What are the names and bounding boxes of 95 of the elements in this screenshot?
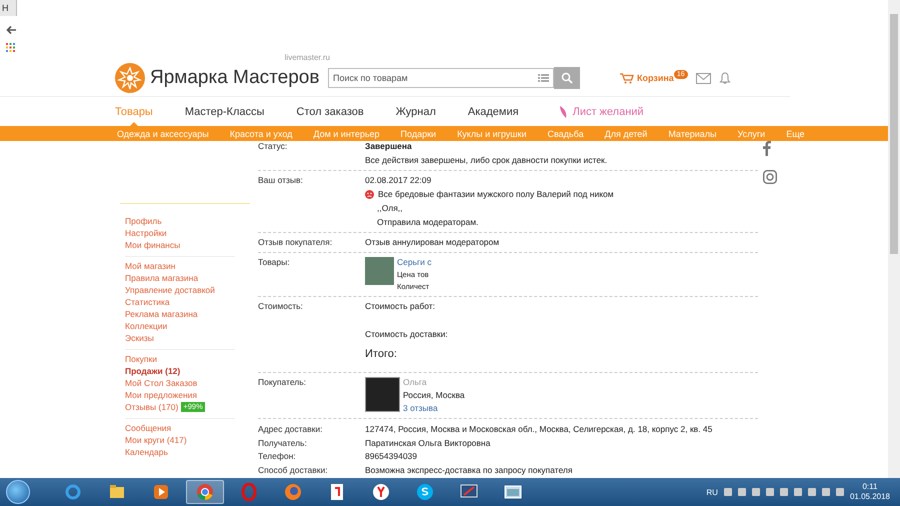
- category-link[interactable]: Услуги: [738, 128, 766, 138]
- category-link[interactable]: Материалы: [668, 128, 717, 138]
- field-label: Получатель:: [258, 436, 308, 450]
- sidebar-link[interactable]: Мой Стол Заказов: [125, 377, 235, 389]
- cart-icon: [620, 72, 634, 84]
- nav-tab[interactable]: Стол заказов: [296, 102, 364, 122]
- wishlist-link[interactable]: Лист желаний: [558, 102, 644, 122]
- back-arrow-icon[interactable]: [6, 25, 17, 35]
- sidebar-link[interactable]: Календарь: [125, 446, 235, 458]
- category-link[interactable]: Одежда и аксессуары: [117, 128, 209, 138]
- sidebar-link[interactable]: Мои предложения: [125, 389, 235, 401]
- ring-icon: [64, 483, 82, 501]
- category-link[interactable]: Куклы и игрушки: [457, 128, 526, 138]
- facebook-f-icon[interactable]: [763, 141, 771, 156]
- field-label: Товары:: [258, 257, 291, 269]
- nav-tab[interactable]: Журнал: [396, 102, 436, 122]
- status-note: Все действия завершены, либо срок давности покупки истек.: [365, 155, 608, 166]
- sidebar-link[interactable]: Эскизы: [125, 332, 235, 344]
- browser-tab[interactable]: Н: [0, 0, 17, 16]
- logo-domain: livemaster.ru: [284, 53, 330, 62]
- sidebar-link[interactable]: Правила магазина: [125, 272, 235, 284]
- field-value: 127474, Россия, Москва и Московская обл., Москва, Селигерская, д. 18, корпус 2, кв. 45: [365, 423, 712, 436]
- sidebar-link[interactable]: Настройки: [125, 227, 235, 239]
- sidebar-link[interactable]: Покупки: [125, 353, 235, 365]
- sidebar-link[interactable]: Статистика: [125, 296, 235, 308]
- sidebar-link[interactable]: Мой магазин: [125, 260, 235, 272]
- buyer-reviews-link[interactable]: 3 отзыва: [403, 403, 465, 414]
- field-label: Отзыв покупателя:: [258, 237, 334, 248]
- sad-face-icon: [365, 190, 374, 199]
- category-link[interactable]: Подарки: [400, 128, 436, 138]
- field-value: Паратинская Ольга Викторовна: [365, 436, 490, 450]
- mail-icon[interactable]: [696, 72, 711, 84]
- window-icon: [504, 483, 522, 501]
- product-link[interactable]: Серьги с: [397, 257, 432, 268]
- bell-icon[interactable]: [718, 72, 731, 84]
- sidebar-link[interactable]: Мои круги (417): [125, 434, 235, 446]
- nav-tab[interactable]: Академия: [468, 102, 519, 122]
- circle-logo-icon: [196, 483, 214, 501]
- sidebar-link[interactable]: Управление доставкой: [125, 284, 235, 296]
- globe-icon: [284, 483, 302, 501]
- ring-icon: [240, 483, 258, 501]
- start-button[interactable]: [6, 480, 30, 504]
- scrollbar-thumb[interactable]: [890, 14, 898, 254]
- sidebar-link[interactable]: Отзывы (170): [125, 401, 178, 413]
- logo-sun-icon: [115, 63, 145, 93]
- document-icon: [328, 483, 346, 501]
- buyer-city: Россия, Москва: [403, 390, 465, 401]
- field-label: Ваш отзыв:: [258, 175, 304, 187]
- clock-date[interactable]: 01.05.2018: [850, 492, 890, 502]
- review-date: 02.08.2017 22:09: [365, 175, 432, 186]
- field-value: Возможна экспресс-доставка по запросу покупателя: [365, 464, 572, 477]
- category-link[interactable]: Еще: [786, 128, 805, 138]
- sidebar-link[interactable]: Профиль: [125, 215, 235, 227]
- buyer-name[interactable]: Ольга: [403, 377, 465, 388]
- category-link[interactable]: Красота и уход: [230, 128, 292, 138]
- field-label: Стоимость:: [258, 301, 304, 313]
- nav-tab[interactable]: Мастер-Классы: [184, 102, 264, 122]
- clock-time[interactable]: 0:11: [862, 482, 878, 492]
- apps-grid-icon[interactable]: [6, 43, 15, 52]
- field-label: Покупатель:: [258, 377, 308, 389]
- round-app-icon: [372, 483, 390, 501]
- category-link[interactable]: Дом и интерьер: [313, 128, 380, 138]
- field-label: Способ доставки:: [258, 464, 329, 477]
- cost-label: Стоимость доставки:: [365, 329, 448, 340]
- total-label: Итого:: [365, 349, 398, 360]
- field-label: Телефон:: [258, 450, 297, 463]
- round-app-icon: [416, 483, 434, 501]
- field-value: 89654394039: [365, 450, 418, 463]
- avatar-placeholder[interactable]: [365, 377, 400, 412]
- feedback-value: Отзыв аннулирован модератором: [365, 237, 500, 248]
- field-label: Статус:: [258, 141, 288, 153]
- list-icon[interactable]: [538, 74, 549, 82]
- cost-label: Стоимость работ:: [365, 301, 436, 312]
- review-text: Все бредовые фантазии мужского полу Валерий под ником: [378, 189, 614, 200]
- field-label: Адрес доставки:: [258, 423, 324, 436]
- search-field[interactable]: Поиск по товарам: [328, 68, 554, 88]
- folder-icon: [108, 483, 126, 501]
- logo-text[interactable]: Ярмарка Мастеров: [150, 67, 320, 89]
- sidebar-link[interactable]: Мои финансы: [125, 239, 235, 251]
- cart-link[interactable]: Корзина: [620, 72, 674, 84]
- play-icon: [152, 483, 170, 501]
- review-text: ,,Оля,,: [376, 203, 404, 214]
- category-link[interactable]: Свадьба: [548, 128, 584, 138]
- instagram-icon[interactable]: [763, 170, 777, 184]
- review-text: Отправила модераторам.: [376, 217, 480, 228]
- sidebar-link[interactable]: Коллекции: [125, 320, 235, 332]
- sidebar-link[interactable]: Продажи (12): [125, 365, 235, 377]
- category-link[interactable]: Для детей: [604, 128, 648, 138]
- language-indicator[interactable]: RU: [706, 488, 718, 496]
- feather-icon: [558, 106, 567, 118]
- sidebar-link[interactable]: Сообщения: [125, 422, 235, 434]
- status-value: Завершена: [365, 141, 413, 152]
- sidebar-link[interactable]: Реклама магазина: [125, 308, 235, 320]
- search-button[interactable]: [554, 67, 580, 89]
- search-icon: [561, 72, 573, 84]
